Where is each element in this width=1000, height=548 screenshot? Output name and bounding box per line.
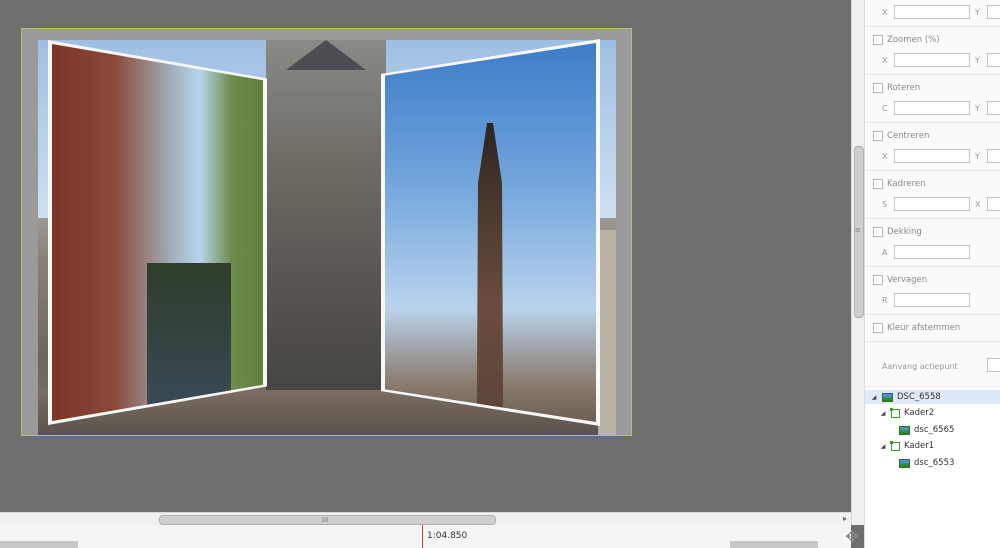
- aanvang-label: Aanvang actiepunt: [882, 362, 958, 371]
- photo-church-tower: [385, 43, 596, 422]
- roteren-checkbox[interactable]: [873, 83, 883, 93]
- frame-kader2[interactable]: [381, 39, 600, 426]
- tree-item-label: Kader2: [904, 408, 935, 418]
- object-tree[interactable]: ◢ DSC_6558 ◢ Kader2 dsc_6565 ◢ Kader1 ds…: [865, 387, 1000, 548]
- section-label: Centreren: [887, 131, 930, 141]
- dekking-checkbox[interactable]: [873, 227, 883, 237]
- section-aanvang: Aanvang actiepunt: [865, 342, 1000, 387]
- right-building: [598, 230, 616, 435]
- scroll-grip: III: [322, 516, 329, 524]
- section-label: Kleur afstemmen: [887, 323, 961, 333]
- tree-item-label: dsc_6553: [914, 458, 955, 468]
- image-icon: [899, 425, 910, 435]
- playhead-time: 1:04.850: [427, 531, 468, 541]
- section-zoomen: Zoomen (%) X Y: [865, 27, 1000, 75]
- field-label: X: [882, 56, 888, 65]
- expand-icon[interactable]: ◢: [870, 394, 878, 401]
- playhead[interactable]: [422, 525, 423, 548]
- centreren-y-input[interactable]: [987, 149, 1000, 163]
- field-label: Y: [975, 104, 980, 113]
- field-label: R: [882, 296, 888, 305]
- field-label: Y: [975, 152, 980, 161]
- zoomen-checkbox[interactable]: [873, 35, 883, 45]
- kadreren-checkbox[interactable]: [873, 179, 883, 189]
- section-vervagen: Vervagen R: [865, 267, 1000, 315]
- timeline-segment[interactable]: [0, 541, 78, 548]
- aanvang-input[interactable]: [987, 358, 1000, 372]
- position-x-input[interactable]: [894, 5, 970, 19]
- tree-item-kader2[interactable]: ◢ Kader2: [879, 406, 934, 420]
- timeline-segment[interactable]: [730, 541, 818, 548]
- roteren-c-input[interactable]: [894, 101, 970, 115]
- vervagen-r-input[interactable]: [894, 293, 970, 307]
- image-icon: [899, 458, 910, 468]
- scroll-right-arrow[interactable]: ▸: [843, 514, 847, 523]
- tree-item-dsc-6558[interactable]: ◢ DSC_6558: [865, 390, 1000, 404]
- section-centreren: Centreren X Y: [865, 123, 1000, 171]
- section-label: Kadreren: [887, 179, 926, 189]
- section-label: Zoomen (%): [887, 35, 940, 45]
- dekking-a-input[interactable]: [894, 245, 970, 259]
- field-label: X: [882, 152, 888, 161]
- town-hall: [266, 40, 386, 435]
- field-label: A: [882, 248, 888, 257]
- move-icon[interactable]: ✥: [840, 525, 864, 548]
- tree-item-dsc-6553[interactable]: dsc_6553: [899, 456, 954, 470]
- centreren-checkbox[interactable]: [873, 131, 883, 141]
- field-label: C: [882, 104, 888, 113]
- section-label: Dekking: [887, 227, 922, 237]
- tree-item-label: Kader1: [904, 441, 935, 451]
- horizontal-scrollbar[interactable]: III ▸: [0, 512, 851, 526]
- section-label: Roteren: [887, 83, 921, 93]
- zoomen-y-input[interactable]: [987, 53, 1000, 67]
- timeline[interactable]: 1:04.850: [0, 525, 851, 548]
- kadreren-x-input[interactable]: [987, 197, 1000, 211]
- field-label: S: [882, 200, 888, 209]
- section-position: X Y: [865, 0, 1000, 27]
- section-roteren: Roteren C Y: [865, 75, 1000, 123]
- section-kadreren: Kadreren S X: [865, 171, 1000, 219]
- kadreren-s-input[interactable]: [894, 197, 970, 211]
- roteren-y-input[interactable]: [987, 101, 1000, 115]
- vertical-scrollbar[interactable]: ≡: [851, 0, 865, 525]
- scroll-grip: ≡: [855, 226, 861, 234]
- field-label: Y: [975, 56, 980, 65]
- vervagen-checkbox[interactable]: [873, 275, 883, 285]
- frame-icon: [890, 440, 900, 451]
- zoomen-x-input[interactable]: [894, 53, 970, 67]
- section-kleur: Kleur afstemmen: [865, 315, 1000, 342]
- section-dekking: Dekking A: [865, 219, 1000, 267]
- church-tower: [476, 123, 504, 422]
- horizontal-scroll-thumb[interactable]: III: [159, 515, 496, 525]
- position-y-input[interactable]: [987, 5, 1000, 19]
- frame-kader1[interactable]: [48, 40, 267, 425]
- tree-item-dsc-6565[interactable]: dsc_6565: [899, 423, 954, 437]
- tree-item-label: dsc_6565: [914, 425, 955, 435]
- kleur-checkbox[interactable]: [873, 323, 883, 333]
- field-label: X: [975, 200, 981, 209]
- photo-canal-street: [52, 44, 263, 421]
- tree-item-label: DSC_6558: [897, 392, 941, 402]
- image-icon: [882, 392, 893, 402]
- canvas-area[interactable]: [0, 0, 851, 512]
- section-label: Vervagen: [887, 275, 928, 285]
- field-label: X: [882, 8, 888, 17]
- tree-item-kader1[interactable]: ◢ Kader1: [879, 439, 934, 453]
- centreren-x-input[interactable]: [894, 149, 970, 163]
- frame-icon: [890, 407, 900, 418]
- expand-icon[interactable]: ◢: [879, 410, 887, 417]
- expand-icon[interactable]: ◢: [879, 443, 887, 450]
- field-label: Y: [975, 8, 980, 17]
- properties-panel: X Y Zoomen (%) X Y Roteren C Y Centreren…: [864, 0, 1000, 548]
